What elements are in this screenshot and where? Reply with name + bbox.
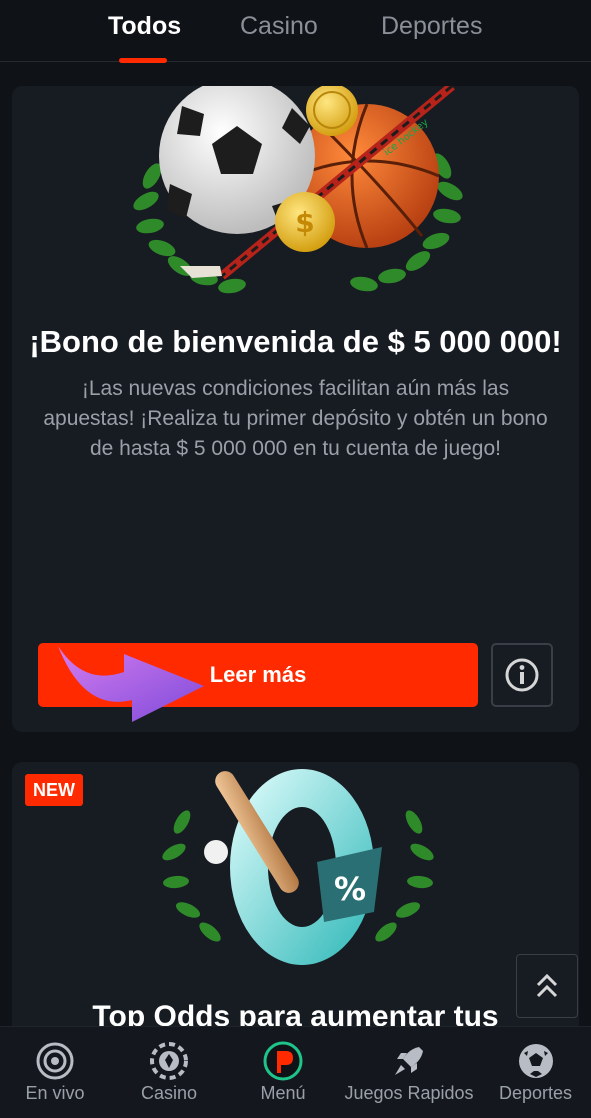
svg-text:$: $ (295, 206, 314, 239)
info-icon (505, 658, 539, 692)
rocket-icon (395, 1047, 423, 1075)
brand-logo-icon (263, 1041, 303, 1081)
tab-casino[interactable]: Casino (240, 12, 318, 41)
nav-casino[interactable]: Casino (114, 1027, 224, 1118)
pointer-arrow-icon (58, 646, 204, 722)
tab-todos[interactable]: Todos (108, 12, 181, 41)
soccer-ball-icon (518, 1044, 553, 1078)
welcome-bonus-card: $ ice hockey ¡Bono de bienvenida de $ 5 … (12, 86, 579, 732)
nav-menu[interactable]: Menú (228, 1027, 338, 1118)
nav-label: Casino (140, 1083, 198, 1103)
nav-label: Menú (260, 1083, 306, 1103)
nav-label: Juegos Rapidos (344, 1083, 474, 1103)
top-tabs: Todos Casino Deportes (0, 0, 591, 63)
bonus-description: ¡Las nuevas condiciones facilitan aún má… (43, 377, 548, 460)
scroll-to-top-button[interactable] (516, 954, 578, 1018)
live-icon (36, 1042, 74, 1080)
top-odds-illustration: % (162, 769, 434, 965)
top-odds-card: % NEW Top Odds para aumentar tus (12, 762, 579, 1062)
double-chevron-up-icon (536, 973, 558, 998)
bottom-navigation: En vivo Casino Menú Juegos Rapidos Depor… (0, 1026, 591, 1118)
sports-hero-illustration: $ ice hockey (133, 86, 463, 294)
nav-label: Deportes (498, 1083, 573, 1103)
nav-deportes[interactable]: Deportes (480, 1027, 591, 1118)
nav-label: En vivo (25, 1083, 85, 1103)
nav-juegos-rapidos[interactable]: Juegos Rapidos (340, 1027, 478, 1118)
bonus-title: ¡Bono de bienvenida de $ 5 000 000! (29, 324, 562, 359)
info-button[interactable] (491, 643, 553, 707)
nav-en-vivo[interactable]: En vivo (0, 1027, 110, 1118)
tab-deportes[interactable]: Deportes (381, 12, 482, 41)
svg-text:%: % (334, 870, 366, 908)
active-tab-indicator (119, 58, 167, 63)
casino-chip-icon (150, 1042, 188, 1080)
new-badge: NEW (25, 774, 83, 806)
